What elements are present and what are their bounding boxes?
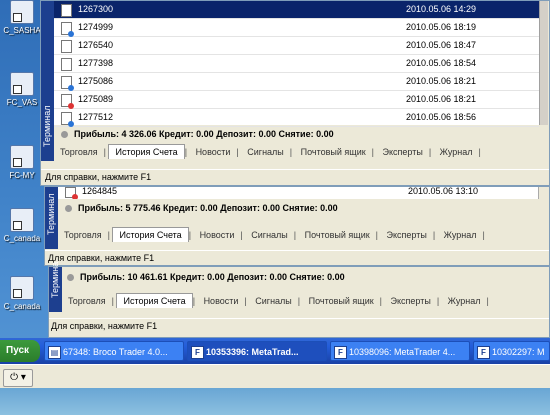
document-icon [61, 4, 72, 17]
tab-signals[interactable]: Сигналы [249, 293, 298, 309]
tab-journal[interactable]: Журнал [442, 293, 487, 309]
tab-experts[interactable]: Эксперты [385, 293, 437, 309]
table-row[interactable]: 1275089 2010.05.06 18:21 [54, 91, 539, 109]
order-sell-icon [61, 94, 74, 109]
tab-signals[interactable]: Сигналы [245, 227, 294, 243]
order-buy-icon [61, 112, 74, 127]
shortcut-icon [10, 145, 34, 169]
tab-news[interactable]: Новости [190, 144, 237, 160]
order-buy-icon [61, 22, 74, 37]
tab-experts[interactable]: Эксперты [381, 227, 433, 243]
metatrader-icon: F [477, 346, 490, 359]
power-button[interactable]: ⏻ ▾ [3, 369, 33, 387]
document-icon [61, 58, 72, 71]
tab-experts[interactable]: Эксперты [377, 144, 429, 160]
document-icon [61, 40, 72, 53]
shortcut-icon [10, 72, 34, 96]
desktop-wallpaper-strip [0, 388, 550, 415]
terminal-window-1: Терминал 1267300 2010.05.06 14:29 127499… [40, 0, 550, 186]
tab-mailbox[interactable]: Почтовый ящик [303, 293, 380, 309]
status-bar: Для справки, нажмите F1 [41, 169, 549, 183]
table-row[interactable]: 1267300 2010.05.06 14:29 [54, 1, 539, 19]
table-row[interactable]: 1276540 2010.05.06 18:47 [54, 37, 539, 55]
terminal-window-3: Термина Прибыль: 10 461.61 Кредит: 0.00 … [48, 262, 550, 338]
tab-mailbox[interactable]: Почтовый ящик [295, 144, 372, 160]
desktop-icon-4[interactable]: C_canada [0, 208, 44, 243]
table-row[interactable]: 1275086 2010.05.06 18:21 [54, 73, 539, 91]
terminal-tabs: Торговля | История Счета | Новости | Сигнал… [62, 293, 542, 309]
account-summary: Прибыль: 4 326.06 Кредит: 0.00 Депозит: … [61, 127, 531, 142]
taskbar-item-metatrader-3[interactable]: F 10302297: M [473, 341, 550, 361]
taskbar-item-metatrader-active[interactable]: F 10353396: MetaTrad... [187, 341, 327, 361]
chart-icon: ▤ [48, 346, 61, 359]
shortcut-icon [10, 208, 34, 232]
order-buy-icon [61, 76, 74, 91]
status-bar: Для справки, нажмите F1 [45, 250, 549, 264]
taskbar-item-broco[interactable]: ▤ 67348: Broco Trader 4.0... [44, 341, 184, 361]
desktop-icon-5[interactable]: C_canada [0, 276, 44, 311]
shortcut-icon [10, 276, 34, 300]
metatrader-icon: F [334, 346, 347, 359]
shortcut-icon [10, 0, 34, 24]
history-list[interactable]: 1264845 2010.05.06 13:10 [58, 187, 539, 199]
start-button[interactable]: Пуск [0, 340, 40, 362]
terminal-side-label: Терминал [41, 1, 54, 161]
table-row[interactable]: 1274999 2010.05.06 18:19 [54, 19, 539, 37]
terminal-tabs: Торговля | История Счета | Новости | Сигнал… [58, 227, 538, 243]
tab-journal[interactable]: Журнал [434, 144, 479, 160]
account-summary: Прибыль: 10 461.61 Кредит: 0.00 Депозит:… [67, 270, 537, 285]
taskbar: Пуск ▤ 67348: Broco Trader 4.0... F 1035… [0, 338, 550, 364]
account-summary: Прибыль: 5 775.46 Кредит: 0.00 Депозит: … [65, 201, 535, 216]
bottom-toolbar: ⏻ ▾ [0, 364, 550, 389]
status-bar: Для справки, нажмите F1 [49, 318, 549, 332]
terminal-side-label: Терминал [45, 187, 58, 249]
vertical-scrollbar[interactable] [539, 1, 548, 125]
tab-mailbox[interactable]: Почтовый ящик [299, 227, 376, 243]
order-sell-icon [65, 187, 78, 199]
tab-trade[interactable]: Торговля [54, 144, 104, 160]
terminal-window-2: Терминал 1264845 2010.05.06 13:10 Прибыл… [44, 186, 550, 266]
table-row[interactable]: 1277512 2010.05.06 18:56 [54, 109, 539, 127]
history-list[interactable]: 1267300 2010.05.06 14:29 1274999 2010.05… [54, 1, 540, 127]
desktop-icon-1[interactable]: C_SASHA [0, 0, 44, 35]
tab-account-history[interactable]: История Счета [112, 227, 189, 242]
terminal-tabs: Торговля | История Счета | Новости | Сигнал… [54, 144, 534, 160]
terminal-side-label: Термина [49, 262, 62, 312]
tab-journal[interactable]: Журнал [438, 227, 483, 243]
tab-news[interactable]: Новости [198, 293, 245, 309]
table-row[interactable]: 1264845 2010.05.06 13:10 [58, 187, 538, 199]
status-icon [65, 205, 72, 213]
tab-signals[interactable]: Сигналы [241, 144, 290, 160]
tab-trade[interactable]: Торговля [58, 227, 108, 243]
tab-trade[interactable]: Торговля [62, 293, 112, 309]
desktop-icon-3[interactable]: FC-MY [0, 145, 44, 180]
status-icon [67, 274, 74, 282]
metatrader-icon: F [191, 346, 204, 359]
desktop-icon-2[interactable]: FC_VAS [0, 72, 44, 107]
status-icon [61, 131, 68, 139]
tab-account-history[interactable]: История Счета [108, 144, 185, 159]
tab-account-history[interactable]: История Счета [116, 293, 193, 308]
table-row[interactable]: 1277398 2010.05.06 18:54 [54, 55, 539, 73]
tab-news[interactable]: Новости [194, 227, 241, 243]
taskbar-item-metatrader-2[interactable]: F 10398096: MetaTrader 4... [330, 341, 470, 361]
